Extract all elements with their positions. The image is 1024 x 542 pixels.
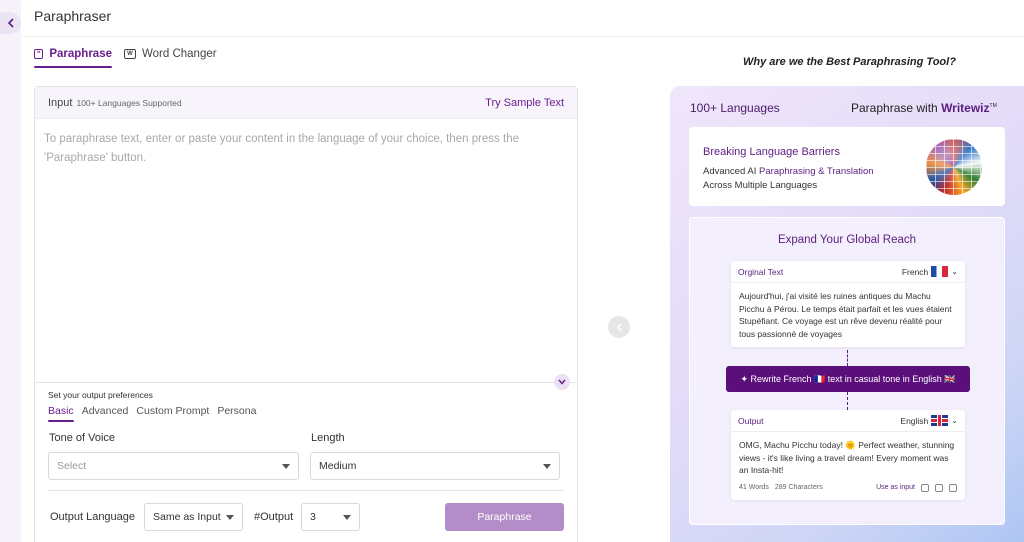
input-label: Input	[48, 96, 73, 109]
pref-tab-advanced[interactable]: Advanced	[82, 405, 129, 422]
promo-brand: Paraphrase with WritewizTM	[851, 101, 997, 115]
card-line-1-highlight: Paraphrasing & Translation	[758, 166, 874, 177]
options-divider	[48, 490, 564, 491]
copy-icon	[935, 483, 943, 492]
card-line-1-prefix: Advanced AI	[703, 166, 759, 177]
caret-down-icon	[282, 463, 290, 469]
editor-header: Input 100+ Languages Supported Try Sampl…	[35, 87, 577, 119]
trash-icon	[949, 483, 957, 492]
preferences-title: Set your output preferences	[48, 390, 153, 400]
card-line-1: Advanced AI Paraphrasing & Translation	[703, 166, 874, 177]
brand-logo: Writewiz	[941, 101, 990, 115]
tone-of-voice-select[interactable]: Select	[48, 452, 299, 480]
output-count-value: 3	[310, 511, 316, 523]
original-language: French ⌄	[902, 266, 958, 277]
use-as-input-link: Use as input	[876, 484, 915, 491]
brand-prefix: Paraphrase with	[851, 101, 938, 115]
chevron-down-icon: ⌄	[951, 416, 958, 425]
output-count-select[interactable]: 3	[301, 503, 360, 531]
rewrite-instruction: ✦ Rewrite French 🇫🇷 text in casual tone …	[726, 366, 970, 392]
paraphrase-editor: Input 100+ Languages Supported Try Sampl…	[34, 86, 578, 542]
brand-trademark: TM	[989, 103, 997, 109]
france-flag-icon	[931, 266, 949, 277]
preferences-divider	[35, 382, 577, 383]
output-footer: 41 Words 289 Characters Use as input	[731, 483, 965, 500]
output-language: English ⌄	[900, 415, 958, 426]
try-sample-text-link[interactable]: Try Sample Text	[485, 97, 564, 109]
left-rail	[0, 0, 21, 542]
languages-supported-note: 100+ Languages Supported	[76, 97, 182, 108]
tab-paraphrase-label: Paraphrase	[49, 48, 112, 60]
flag-globe-image	[926, 139, 982, 195]
refresh-icon	[921, 483, 929, 492]
length-value: Medium	[319, 460, 357, 472]
collapse-sidebar-button[interactable]	[0, 12, 21, 34]
carousel-prev-button[interactable]	[608, 316, 630, 338]
original-text-box: Orginal Text French ⌄ Aujourd'hui, j'ai …	[731, 261, 965, 347]
output-count-label: #Output	[254, 511, 294, 523]
caret-down-icon	[343, 514, 351, 520]
why-best-heading: Why are we the Best Paraphrasing Tool?	[743, 56, 956, 68]
output-language-name: English	[900, 415, 929, 426]
tone-of-voice-value: Select	[57, 460, 87, 472]
original-text-label: Orginal Text	[738, 266, 784, 277]
original-language-name: French	[901, 266, 929, 277]
output-language-value: Same as Input	[153, 511, 221, 523]
language-barriers-card: Breaking Language Barriers Advanced AI P…	[689, 127, 1005, 206]
card-heading: Breaking Language Barriers	[703, 146, 840, 158]
caret-down-icon	[543, 463, 551, 469]
length-select[interactable]: Medium	[310, 452, 560, 480]
card-heading: Expand Your Global Reach	[777, 234, 917, 246]
preference-tabs: Basic Advanced Custom Prompt Persona	[48, 405, 256, 422]
uk-flag-icon	[931, 415, 949, 426]
promo-languages-title: 100+ Languages	[690, 101, 780, 115]
paraphrase-button[interactable]: Paraphrase	[445, 503, 564, 531]
pref-tab-custom-prompt[interactable]: Custom Prompt	[136, 405, 209, 422]
card-line-2: Across Multiple Languages	[703, 180, 818, 191]
output-language-label: Output Language	[50, 511, 136, 523]
chevron-down-icon: ⌄	[951, 267, 958, 276]
chevron-left-icon	[7, 18, 14, 28]
tab-word-changer[interactable]: W Word Changer	[124, 46, 217, 68]
page-title: Paraphraser	[34, 8, 112, 24]
word-icon: W	[124, 49, 136, 59]
promo-panel: 100+ Languages Paraphrase with WritewizT…	[670, 86, 1024, 542]
original-text-header: Orginal Text French ⌄	[731, 261, 965, 283]
tab-word-changer-label: Word Changer	[142, 48, 217, 60]
output-language-select[interactable]: Same as Input	[144, 503, 243, 531]
flow-connector	[847, 350, 848, 366]
flow-connector	[847, 392, 848, 410]
collapse-preferences-button[interactable]	[554, 374, 570, 390]
pref-tab-basic[interactable]: Basic	[48, 405, 74, 422]
input-textarea[interactable]: To paraphrase text, enter or paste your …	[44, 130, 562, 168]
output-text: OMG, Machu Picchu today! 🌞 Perfect weath…	[739, 440, 955, 475]
word-count: 41 Words	[739, 484, 769, 491]
output-header: Output English ⌄	[731, 410, 965, 432]
character-count: 289 Characters	[774, 484, 823, 491]
pref-tab-persona[interactable]: Persona	[217, 405, 256, 422]
original-text: Aujourd'hui, j'ai visité les ruines anti…	[739, 291, 952, 339]
output-label: Output	[738, 415, 764, 426]
title-divider	[22, 36, 1024, 37]
output-box: Output English ⌄ OMG, Machu Picchu today…	[731, 410, 965, 500]
length-label: Length	[311, 432, 345, 444]
caret-down-icon	[226, 514, 234, 520]
chevron-left-icon	[616, 323, 622, 331]
global-reach-card: Expand Your Global Reach Orginal Text Fr…	[689, 217, 1005, 525]
tab-paraphrase[interactable]: ❝ Paraphrase	[34, 46, 112, 68]
chevron-down-icon	[558, 379, 566, 385]
quote-icon: ❝	[34, 49, 44, 59]
mode-tabs: ❝ Paraphrase W Word Changer	[34, 46, 217, 68]
tone-of-voice-label: Tone of Voice	[49, 432, 116, 444]
